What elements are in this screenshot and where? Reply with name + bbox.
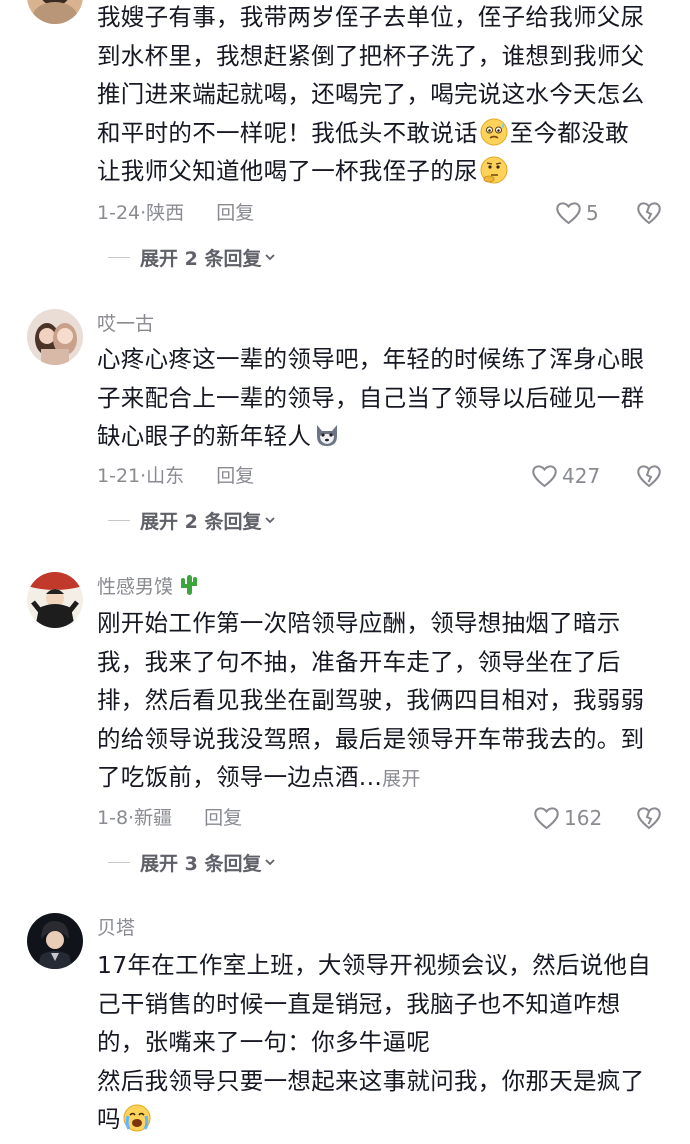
comment-meta: 1-8·新疆 回复 bbox=[97, 807, 243, 829]
avatar[interactable] bbox=[27, 572, 83, 628]
chevron-down-icon bbox=[265, 254, 276, 261]
comment-text: 我嫂子有事，我带两岁侄子去单位，侄子给我师父尿 到水杯里，我想赶紧倒了把杯子洗了… bbox=[97, 0, 667, 191]
avatar[interactable] bbox=[27, 0, 83, 24]
heart-outline-icon bbox=[532, 465, 557, 488]
like-button[interactable]: 162 bbox=[533, 806, 602, 830]
expand-replies-label: 展开 2 条回复 bbox=[140, 247, 262, 270]
broken-heart-icon[interactable] bbox=[636, 200, 662, 226]
comment-line: 缺心眼子的新年轻人 bbox=[97, 417, 667, 456]
sweat-smile-emoji bbox=[480, 118, 508, 146]
username[interactable]: 哎一古 bbox=[97, 312, 154, 336]
comment-line: 了吃饭前，领导一边点酒...展开 bbox=[97, 758, 667, 797]
expand-text-button[interactable]: 展开 bbox=[382, 768, 421, 790]
broken-heart-icon[interactable] bbox=[636, 463, 662, 489]
heart-outline-icon bbox=[534, 807, 559, 830]
reply-button[interactable]: 回复 bbox=[216, 465, 254, 487]
comment-line: 的给领导说我没驾照，最后是领导开车带我去的。到 bbox=[97, 724, 645, 753]
reply-button[interactable]: 回复 bbox=[216, 202, 254, 224]
comment-date: 1-8 bbox=[97, 807, 129, 829]
comment-line-text: 了吃饭前，领导一边点酒... bbox=[97, 763, 383, 791]
username-text: 性感男馍 bbox=[97, 576, 174, 598]
comment-date: 1-24 bbox=[97, 202, 141, 224]
reply-button[interactable]: 回复 bbox=[204, 807, 242, 829]
avatar[interactable] bbox=[27, 913, 83, 969]
comment-line: 17年在工作室上班，大领导开视频会议，然后说他自 bbox=[97, 951, 652, 979]
comment-line: 心疼心疼这一辈的领导吧，年轻的时候练了浑身心眼 bbox=[97, 345, 645, 373]
comment-line: 子来配合上一辈的领导，自己当了领导以后碰见一群 bbox=[97, 383, 645, 412]
comment-location: 山东 bbox=[146, 465, 185, 487]
expand-replies[interactable]: 展开 2 条回复 bbox=[108, 508, 277, 533]
divider bbox=[108, 256, 130, 258]
comment-line: 到水杯里，我想赶紧倒了把杯子洗了，谁想到我师父 bbox=[97, 41, 645, 70]
expand-replies[interactable]: 展开 3 条回复 bbox=[108, 850, 277, 875]
comment-line-text: 缺心眼子的新年轻人 bbox=[97, 422, 312, 450]
like-count: 427 bbox=[562, 464, 601, 488]
divider bbox=[108, 519, 130, 521]
comment-line: 己干销售的时候一直是销冠，我脑子也不知道咋想 bbox=[97, 989, 621, 1018]
heart-outline-icon bbox=[556, 202, 581, 225]
like-button[interactable]: 5 bbox=[555, 201, 599, 225]
comment-line: 让我师父知道他喝了一杯我侄子的尿 bbox=[97, 152, 667, 191]
avatar[interactable] bbox=[27, 309, 83, 365]
comment-text: 心疼心疼这一辈的领导吧，年轻的时候练了浑身心眼 子来配合上一辈的领导，自己当了领… bbox=[97, 340, 667, 456]
comment-meta: 1-24·陕西 回复 bbox=[97, 202, 255, 224]
comment-location: 新疆 bbox=[134, 807, 173, 829]
expand-replies-label: 展开 2 条回复 bbox=[140, 510, 262, 533]
comment-line: 和平时的不一样呢！我低头不敢说话 至今都没敢 bbox=[97, 114, 667, 153]
comment-line: 吗 bbox=[97, 1100, 667, 1139]
cactus-emoji bbox=[181, 575, 198, 595]
comment-text: 17年在工作室上班，大领导开视频会议，然后说他自 己干销售的时候一直是销冠，我脑… bbox=[97, 946, 667, 1139]
broken-heart-icon[interactable] bbox=[636, 805, 662, 831]
comment-line-text: 和平时的不一样呢！我低头不敢说话 bbox=[97, 118, 478, 147]
chevron-down-icon bbox=[265, 517, 276, 524]
expand-replies[interactable]: 展开 2 条回复 bbox=[108, 245, 277, 270]
comment-line-text: 至今都没敢 bbox=[509, 118, 629, 147]
chevron-down-icon bbox=[265, 859, 276, 866]
expand-replies-label: 展开 3 条回复 bbox=[140, 852, 262, 875]
comment-line: 推门进来端起就喝，还喝完了，喝完说这水今天怎么 bbox=[97, 80, 645, 108]
username[interactable]: 性感男馍 bbox=[97, 574, 199, 599]
comment-date: 1-21 bbox=[97, 465, 141, 487]
comment-line: 我嫂子有事，我带两岁侄子去单位，侄子给我师父尿 bbox=[97, 3, 645, 31]
like-count: 162 bbox=[564, 806, 603, 830]
comment-line-text: 吗 bbox=[97, 1105, 121, 1133]
comment-location: 陕西 bbox=[146, 202, 185, 224]
comment-text: 刚开始工作第一次陪领导应酬，领导想抽烟了暗示 我，我来了句不抽，准备开车走了，领… bbox=[97, 604, 667, 797]
comment-meta: 1-21·山东 回复 bbox=[97, 465, 255, 487]
divider bbox=[108, 861, 130, 863]
thinking-emoji bbox=[480, 156, 508, 184]
like-count: 5 bbox=[586, 201, 599, 225]
username[interactable]: 贝塔 bbox=[97, 916, 135, 940]
comment-line: 刚开始工作第一次陪领导应酬，领导想抽烟了暗示 bbox=[97, 609, 621, 637]
comment-line: 然后我领导只要一想起来这事就问我，你那天是疯了 bbox=[97, 1066, 645, 1095]
comment-line: 我，我来了句不抽，准备开车走了，领导坐在了后 bbox=[97, 647, 621, 676]
comment-line: 排，然后看见我坐在副驾驶，我俩四目相对，我弱弱 bbox=[97, 686, 645, 714]
wolf-emoji bbox=[313, 421, 341, 449]
crying-emoji bbox=[123, 1104, 151, 1132]
like-button[interactable]: 427 bbox=[531, 464, 600, 488]
comment-line: 的，张嘴来了一句：你多牛逼呢 bbox=[97, 1028, 431, 1056]
comment-line-text: 让我师父知道他喝了一杯我侄子的尿 bbox=[97, 157, 478, 185]
